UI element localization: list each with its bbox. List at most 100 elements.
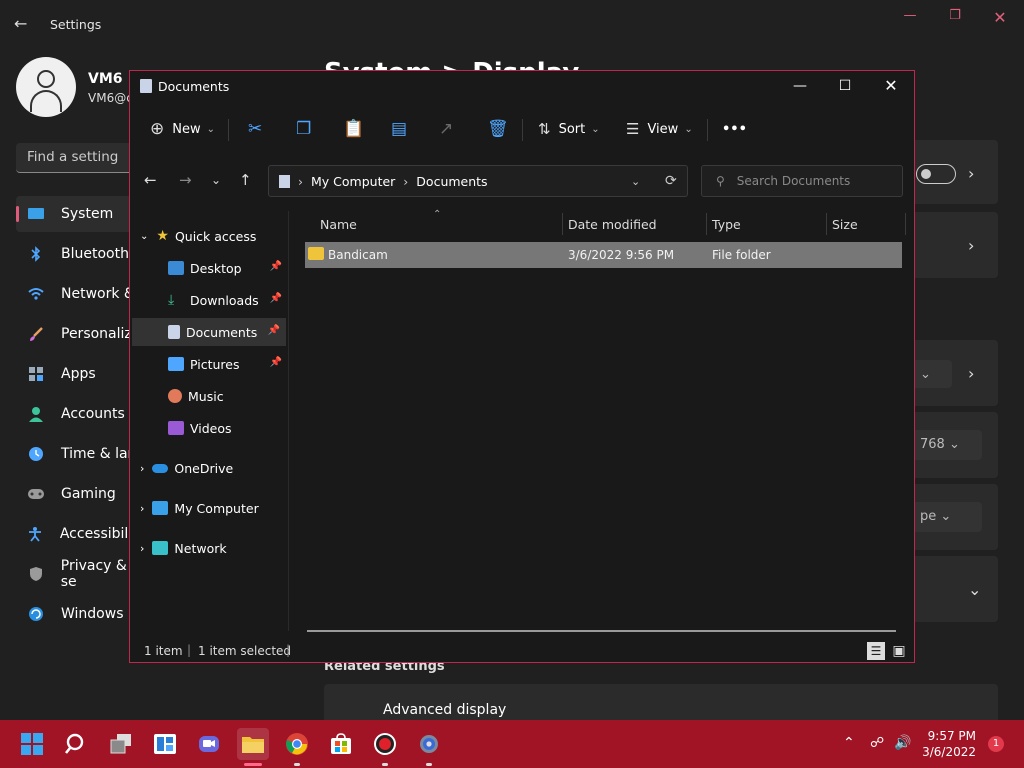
chevron-right-icon[interactable]: ›: [140, 502, 144, 515]
minimize-icon[interactable]: —: [788, 75, 812, 97]
sidebar-item-privacy[interactable]: Privacy & se: [16, 556, 146, 592]
file-type: File folder: [712, 248, 771, 262]
chevron-down-icon[interactable]: ⌄: [631, 175, 640, 188]
breadcrumb-my-computer[interactable]: My Computer: [311, 174, 395, 189]
delete-button[interactable]: 🗑: [487, 117, 509, 141]
copy-button[interactable]: ❐: [296, 117, 311, 141]
chevron-right-icon[interactable]: ›: [968, 164, 974, 183]
volume-icon[interactable]: 🔊: [894, 735, 911, 751]
tree-item-pictures[interactable]: Pictures 📌: [130, 350, 288, 378]
task-view-button[interactable]: [105, 728, 137, 760]
back-arrow-icon[interactable]: ←: [14, 14, 34, 34]
paste-button[interactable]: 📋: [343, 117, 364, 141]
sidebar-item-windows-update[interactable]: Windows U: [16, 596, 146, 632]
start-button[interactable]: [16, 728, 48, 760]
scale-dropdown[interactable]: ⌄: [912, 360, 952, 388]
refresh-icon[interactable]: ⟳: [665, 173, 677, 189]
restore-icon[interactable]: ❐: [945, 8, 965, 24]
teams-chat-button[interactable]: [193, 728, 225, 760]
cut-button[interactable]: ✂: [248, 117, 262, 141]
chrome-taskbar-button[interactable]: [281, 728, 313, 766]
file-explorer-taskbar-button[interactable]: [237, 728, 269, 766]
tree-item-videos[interactable]: Videos: [130, 414, 288, 442]
chevron-right-icon[interactable]: ›: [968, 236, 974, 255]
widgets-button[interactable]: [149, 728, 181, 760]
column-header-name[interactable]: Name: [320, 211, 357, 237]
view-button[interactable]: ☰ View ⌄: [626, 117, 693, 141]
explorer-titlebar[interactable]: Documents — ☐ ✕: [130, 71, 914, 103]
network-icon: [152, 541, 169, 555]
chevron-up-icon[interactable]: ⌃: [843, 735, 855, 751]
chevron-right-icon[interactable]: ›: [140, 542, 144, 555]
sidebar-item-accounts[interactable]: Accounts: [16, 396, 146, 432]
column-header-type[interactable]: Type: [712, 211, 741, 237]
minimize-icon[interactable]: —: [900, 8, 920, 24]
sidebar-item-accessibility[interactable]: Accessibility: [16, 516, 146, 552]
tree-item-music[interactable]: Music: [130, 382, 288, 410]
chevron-down-icon[interactable]: ⌄: [140, 231, 148, 242]
apps-icon: [27, 365, 45, 383]
avatar[interactable]: [16, 57, 76, 117]
tree-item-network[interactable]: › Network: [130, 534, 288, 562]
maximize-icon[interactable]: ☐: [833, 75, 857, 97]
settings-card-hdr[interactable]: [912, 212, 998, 278]
search-button[interactable]: [60, 728, 92, 760]
tree-item-documents[interactable]: Documents 📌: [132, 318, 286, 346]
clock-time: 9:57 PM: [927, 729, 976, 743]
settings-card-multiple-displays[interactable]: [912, 556, 998, 622]
rename-button[interactable]: ▤: [391, 117, 407, 141]
details-view-icon[interactable]: ☰: [867, 642, 885, 660]
view-list-icon: ☰: [626, 120, 640, 138]
up-arrow-icon[interactable]: ↑: [239, 171, 252, 189]
command-bar: ⊕ New ⌄ ✂ ❐ 📋 ▤ ↗ 🗑 ⇅ Sort ⌄ ☰ View ⌄ ••…: [130, 106, 914, 152]
column-header-size[interactable]: Size: [832, 211, 858, 237]
window-title: Documents: [158, 79, 230, 94]
sidebar-item-bluetooth[interactable]: Bluetooth &: [16, 236, 146, 272]
search-input[interactable]: ⚲ Search Documents: [701, 165, 903, 197]
forward-arrow-icon[interactable]: →: [179, 171, 192, 189]
sidebar-item-gaming[interactable]: Gaming: [16, 476, 146, 512]
documents-icon: [140, 79, 152, 93]
store-taskbar-button[interactable]: [325, 728, 357, 760]
notification-badge[interactable]: 1: [988, 736, 1004, 752]
sort-ascending-icon: ⌃: [433, 209, 442, 220]
tree-item-onedrive[interactable]: › OneDrive: [130, 454, 288, 482]
sidebar-item-label: System: [61, 206, 114, 222]
tiles-view-icon[interactable]: ▣: [890, 642, 908, 660]
sidebar-item-personalization[interactable]: Personaliza: [16, 316, 146, 352]
column-header-date[interactable]: Date modified: [568, 211, 657, 237]
share-button[interactable]: ↗: [439, 117, 453, 141]
settings-taskbar-button[interactable]: [413, 728, 445, 766]
chevron-down-icon[interactable]: ⌄: [968, 580, 981, 599]
close-icon[interactable]: ✕: [990, 8, 1010, 27]
plus-circle-icon: ⊕: [150, 119, 165, 139]
sidebar-item-system[interactable]: System: [16, 196, 146, 232]
breadcrumb-documents[interactable]: Documents: [416, 174, 487, 189]
new-button[interactable]: ⊕ New ⌄: [150, 117, 215, 141]
tree-item-my-computer[interactable]: › My Computer: [130, 494, 288, 522]
recorder-taskbar-button[interactable]: [369, 728, 401, 766]
find-setting-input[interactable]: Find a setting: [16, 143, 146, 173]
pane-splitter[interactable]: [288, 211, 289, 631]
tree-item-desktop[interactable]: Desktop 📌: [130, 254, 288, 282]
sort-button[interactable]: ⇅ Sort ⌄: [538, 117, 600, 141]
table-row[interactable]: Bandicam 3/6/2022 9:56 PM File folder: [305, 242, 902, 268]
more-options-button[interactable]: •••: [722, 117, 747, 141]
resolution-dropdown[interactable]: 768 ⌄: [912, 430, 982, 460]
tree-item-downloads[interactable]: ⤓ Downloads 📌: [130, 286, 288, 314]
clock[interactable]: 9:57 PM 3/6/2022: [922, 728, 976, 760]
chevron-right-icon[interactable]: ›: [968, 364, 974, 383]
horizontal-scrollbar[interactable]: [307, 630, 896, 632]
recent-locations-chevron-icon[interactable]: ⌄: [211, 173, 221, 187]
back-arrow-icon[interactable]: ←: [144, 171, 157, 189]
orientation-dropdown[interactable]: pe ⌄: [912, 502, 982, 532]
night-light-toggle[interactable]: [916, 164, 956, 184]
chevron-right-icon[interactable]: ›: [140, 462, 144, 475]
network-tray-icon[interactable]: ☍: [870, 735, 884, 751]
sidebar-item-network[interactable]: Network &: [16, 276, 146, 312]
sidebar-item-apps[interactable]: Apps: [16, 356, 146, 392]
close-icon[interactable]: ✕: [879, 75, 903, 97]
tree-item-quick-access[interactable]: ⌄ ★ Quick access: [130, 222, 288, 250]
address-bar[interactable]: › My Computer › Documents ⌄ ⟳: [268, 165, 688, 197]
sidebar-item-time-language[interactable]: Time & lang: [16, 436, 146, 472]
